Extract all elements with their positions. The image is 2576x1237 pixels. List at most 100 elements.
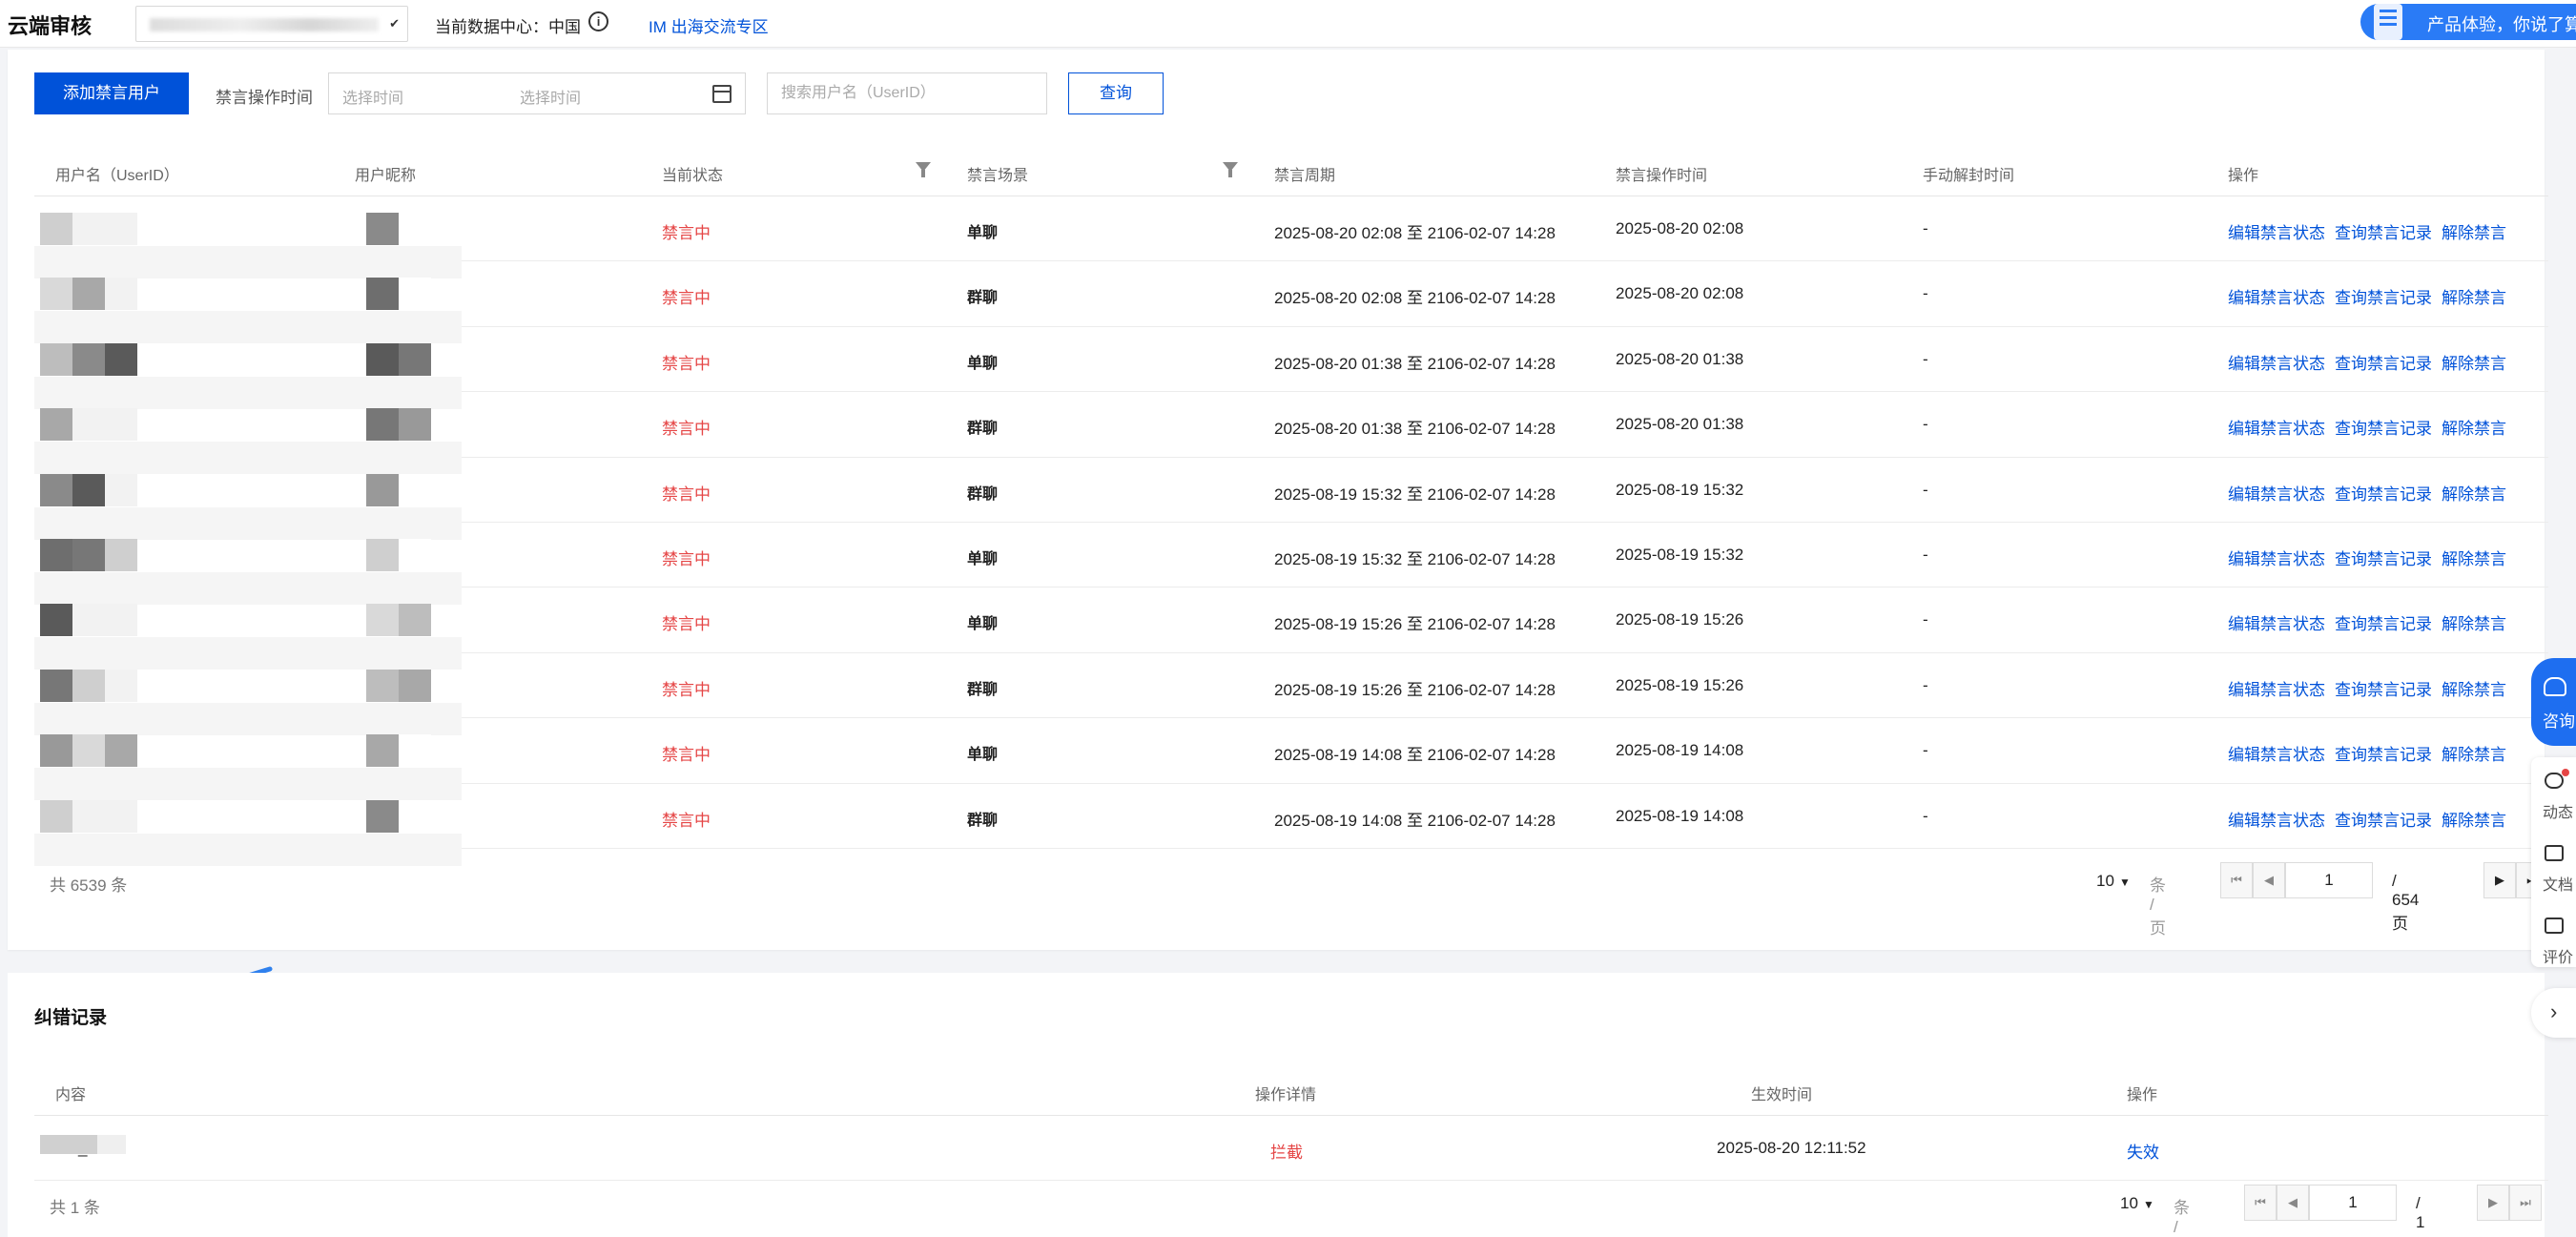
updates-tool[interactable]: 动态 [2543, 767, 2576, 824]
info-icon[interactable]: i [588, 11, 608, 31]
unban-link[interactable]: 解除禁言 [2442, 746, 2506, 764]
page-size-select[interactable]: 10 [2096, 872, 2114, 891]
correction-title: 纠错记录 [34, 1008, 108, 1028]
query-ban-record-link[interactable]: 查询禁言记录 [2335, 812, 2432, 830]
query-ban-record-link[interactable]: 查询禁言记录 [2335, 224, 2432, 242]
col-detail: 操作详情 [1255, 1087, 1317, 1103]
unban-link[interactable]: 解除禁言 [2442, 550, 2506, 568]
unban-link[interactable]: 解除禁言 [2442, 615, 2506, 633]
expand-panel-button[interactable]: › [2531, 988, 2576, 1038]
redacted-userid [40, 538, 72, 571]
calendar-icon[interactable] [712, 85, 732, 103]
query-ban-record-link[interactable]: 查询禁言记录 [2335, 420, 2432, 438]
col-userid: 用户名（UserID） [55, 168, 179, 184]
prev-page-icon[interactable]: ◀ [2277, 1185, 2309, 1221]
query-ban-record-link[interactable]: 查询禁言记录 [2335, 550, 2432, 568]
side-tools: 动态 文档 评价 [2531, 757, 2576, 967]
redacted-userid [105, 604, 137, 637]
edit-ban-status-link[interactable]: 编辑禁言状态 [2228, 812, 2325, 830]
query-ban-record-link[interactable]: 查询禁言记录 [2335, 615, 2432, 633]
unban-link[interactable]: 解除禁言 [2442, 289, 2506, 307]
unban-link[interactable]: 解除禁言 [2442, 224, 2506, 242]
table-row: 禁言中 群聊 2025-08-19 15:32 至 2106-02-07 14:28… [34, 458, 2548, 540]
edit-ban-status-link[interactable]: 编辑禁言状态 [2228, 550, 2325, 568]
next-page-icon[interactable]: ▶ [2477, 1185, 2509, 1221]
feedback-promo-banner[interactable]: 产品体验，你说了算 [2360, 4, 2576, 40]
unban-link[interactable]: 解除禁言 [2442, 355, 2506, 373]
col-unban-time: 手动解封时间 [1923, 168, 2015, 184]
document-icon [2374, 4, 2402, 40]
consult-button[interactable]: 咨询 [2531, 658, 2576, 746]
invalidate-link[interactable]: 失效 [2127, 1144, 2159, 1162]
scene-cell: 单聊 [967, 225, 999, 241]
chevron-right-icon: › [2550, 1000, 2558, 1023]
query-ban-record-link[interactable]: 查询禁言记录 [2335, 485, 2432, 504]
end-time-placeholder[interactable]: 选择时间 [520, 85, 581, 108]
period-cell: 2025-08-20 01:38 至 2106-02-07 14:28 [1274, 354, 1556, 373]
col-content: 内容 [55, 1087, 87, 1103]
promo-text: 产品体验，你说了算 [2427, 15, 2576, 34]
col-period: 禁言周期 [1274, 168, 1336, 184]
status-filter-icon[interactable] [916, 162, 931, 177]
redacted-userid [105, 473, 137, 506]
query-ban-record-link[interactable]: 查询禁言记录 [2335, 746, 2432, 764]
scene-filter-icon[interactable] [1223, 162, 1238, 177]
unban-link[interactable]: 解除禁言 [2442, 681, 2506, 699]
op-time-cell: 2025-08-19 15:32 [1616, 545, 1744, 564]
page-size-select[interactable]: 10 [2120, 1194, 2138, 1213]
table-row: 禁言中 单聊 2025-08-19 15:26 至 2106-02-07 14:28… [34, 588, 2548, 670]
query-ban-record-link[interactable]: 查询禁言记录 [2335, 289, 2432, 307]
status-cell: 禁言中 [662, 811, 711, 830]
edit-ban-status-link[interactable]: 编辑禁言状态 [2228, 485, 2325, 504]
start-time-placeholder[interactable]: 选择时间 [342, 85, 403, 108]
edit-ban-status-link[interactable]: 编辑禁言状态 [2228, 420, 2325, 438]
page-total: / 654 页 [2392, 872, 2420, 933]
scene-cell: 群聊 [967, 485, 999, 503]
first-page-icon[interactable]: ⏮ [2220, 862, 2253, 898]
redacted-userid [105, 213, 137, 245]
unban-link[interactable]: 解除禁言 [2442, 485, 2506, 504]
actions-cell: 编辑禁言状态 查询禁言记录 解除禁言 [2228, 610, 2516, 634]
cloud-icon [2545, 773, 2564, 789]
query-ban-record-link[interactable]: 查询禁言记录 [2335, 355, 2432, 373]
col-status: 当前状态 [662, 168, 724, 184]
chevron-down-icon[interactable]: ▼ [2143, 1198, 2154, 1211]
search-userid-input[interactable] [767, 72, 1047, 114]
scene-cell: 群聊 [967, 812, 999, 829]
scene-cell: 单聊 [967, 355, 999, 372]
period-cell: 2025-08-20 01:38 至 2106-02-07 14:28 [1274, 420, 1556, 439]
edit-ban-status-link[interactable]: 编辑禁言状态 [2228, 289, 2325, 307]
first-page-icon[interactable]: ⏮ [2244, 1185, 2277, 1221]
date-range-picker[interactable]: 选择时间 选择时间 [328, 72, 746, 114]
table-row: 禁言中 群聊 2025-08-19 14:08 至 2106-02-07 14:28… [34, 784, 2548, 866]
table-row: 禁言中 单聊 2025-08-19 14:08 至 2106-02-07 14:28… [34, 718, 2548, 801]
table-row: 禁言中 单聊 2025-08-20 01:38 至 2106-02-07 14:28… [34, 327, 2548, 409]
page-number-input[interactable]: 1 [2309, 1185, 2397, 1221]
docs-tool[interactable]: 文档 [2543, 839, 2576, 897]
edit-ban-status-link[interactable]: 编辑禁言状态 [2228, 681, 2325, 699]
redacted-nickname [366, 734, 399, 768]
add-banned-user-button[interactable]: 添加禁言用户 [34, 72, 189, 114]
col-effective-time: 生效时间 [1751, 1087, 1813, 1103]
im-community-link[interactable]: IM 出海交流专区 [649, 13, 769, 37]
redacted-nickname [399, 213, 431, 245]
unban-link[interactable]: 解除禁言 [2442, 420, 2506, 438]
query-ban-record-link[interactable]: 查询禁言记录 [2335, 681, 2432, 699]
app-selector[interactable]: ✔ [135, 6, 408, 42]
redacted-userid [105, 408, 137, 442]
edit-ban-status-link[interactable]: 编辑禁言状态 [2228, 615, 2325, 633]
next-page-icon[interactable]: ▶ [2483, 862, 2516, 898]
chevron-down-icon[interactable]: ▼ [2119, 876, 2131, 889]
actions-cell: 编辑禁言状态 查询禁言记录 解除禁言 [2228, 546, 2516, 569]
last-page-icon[interactable]: ⏭ [2509, 1185, 2542, 1221]
edit-ban-status-link[interactable]: 编辑禁言状态 [2228, 746, 2325, 764]
prev-page-icon[interactable]: ◀ [2253, 862, 2285, 898]
page-number-input[interactable]: 1 [2285, 862, 2373, 898]
edit-ban-status-link[interactable]: 编辑禁言状态 [2228, 355, 2325, 373]
edit-ban-status-link[interactable]: 编辑禁言状态 [2228, 224, 2325, 242]
query-button[interactable]: 查询 [1068, 72, 1164, 114]
col-actions: 操作 [2228, 168, 2259, 184]
review-tool[interactable]: 评价 [2543, 912, 2576, 969]
unban-link[interactable]: 解除禁言 [2442, 812, 2506, 830]
comment-icon [2545, 917, 2564, 934]
